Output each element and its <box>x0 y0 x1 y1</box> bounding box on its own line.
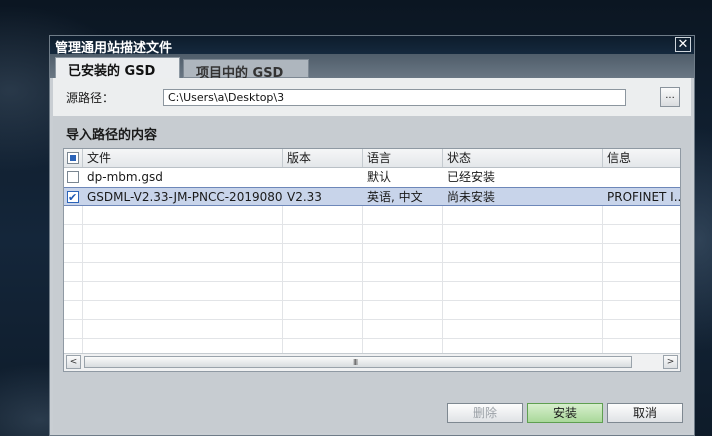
source-path-label: 源路径： <box>66 91 115 105</box>
column-header-version[interactable]: 版本 <box>283 149 363 167</box>
cell-file: GSDML-V2.33-JM-PNCC-2019080... <box>87 190 283 204</box>
tab-project-gsd[interactable]: 项目中的 GSD <box>183 59 309 81</box>
table-header-row: 文件 版本 语言 状态 信息 <box>64 149 680 168</box>
tab-bar: 已安装的 GSD 项目中的 GSD <box>50 54 694 81</box>
header-select-all[interactable] <box>64 149 83 167</box>
select-all-checkbox[interactable] <box>67 152 79 164</box>
cell-info: PROFINET I... <box>607 190 681 204</box>
column-header-info[interactable]: 信息 <box>603 149 680 167</box>
row-checkbox-cell <box>64 188 83 206</box>
close-button[interactable]: ✕ <box>675 37 691 52</box>
column-header-status[interactable]: 状态 <box>443 149 603 167</box>
scroll-thumb[interactable]: III <box>84 356 632 368</box>
tab-installed-gsd[interactable]: 已安装的 GSD <box>55 57 180 79</box>
scroll-right-button[interactable]: > <box>663 355 678 369</box>
column-header-file[interactable]: 文件 <box>83 149 283 167</box>
row-checkbox[interactable] <box>67 189 79 206</box>
table-row[interactable]: dp-mbm.gsd 默认 已经安装 <box>64 168 680 187</box>
section-title: 导入路径的内容 <box>66 128 158 143</box>
cell-status: 尚未安装 <box>447 190 496 204</box>
cell-language: 英语, 中文 <box>367 190 423 204</box>
dialog-titlebar: 管理通用站描述文件 ✕ <box>50 36 694 56</box>
scroll-left-button[interactable]: < <box>66 355 81 369</box>
cell-version: V2.33 <box>287 190 322 204</box>
source-path-row: 源路径： C:\Users\a\Desktop\3 ... <box>53 78 691 116</box>
column-header-language[interactable]: 语言 <box>363 149 443 167</box>
delete-button[interactable]: 删除 <box>447 403 523 423</box>
cell-file: dp-mbm.gsd <box>87 170 163 184</box>
tab-panel: 源路径： C:\Users\a\Desktop\3 ... 导入路径的内容 文件… <box>53 78 691 433</box>
cancel-button[interactable]: 取消 <box>607 403 683 423</box>
horizontal-scrollbar[interactable]: < III > <box>64 353 680 371</box>
cell-version <box>283 168 363 186</box>
cell-language: 默认 <box>367 170 392 184</box>
table-row-selected[interactable]: GSDML-V2.33-JM-PNCC-2019080... V2.33 英语,… <box>64 187 680 206</box>
source-path-field[interactable]: C:\Users\a\Desktop\3 <box>163 89 626 106</box>
row-checkbox-cell <box>64 168 83 186</box>
browse-button[interactable]: ... <box>660 87 680 107</box>
gsd-manager-dialog: 管理通用站描述文件 ✕ 已安装的 GSD 项目中的 GSD 源路径： C:\Us… <box>49 35 695 436</box>
scroll-grip-icon: III <box>353 358 358 367</box>
cell-info <box>603 168 680 186</box>
install-button[interactable]: 安装 <box>527 403 603 423</box>
cell-status: 已经安装 <box>447 170 496 184</box>
gsd-file-table: 文件 版本 语言 状态 信息 dp-mbm.gsd 默认 已经安装 ✔ GSDM… <box>63 148 681 372</box>
row-checkbox[interactable] <box>67 171 79 183</box>
